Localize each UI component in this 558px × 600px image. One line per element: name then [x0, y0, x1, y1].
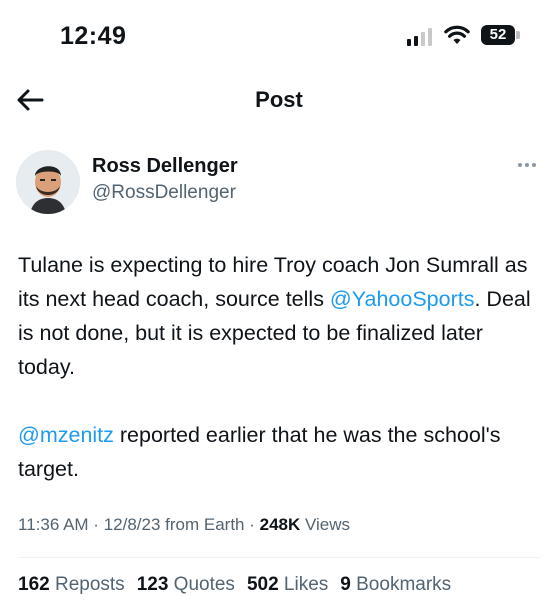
engagement-stats: 162 Reposts 123 Quotes 502 Likes 9 Bookm…: [18, 574, 451, 596]
post-date[interactable]: 12/8/23: [104, 515, 161, 534]
status-bar: 12:49 52: [0, 0, 558, 70]
tweet-paragraph-2: @mzenitz reported earlier that he was th…: [18, 418, 538, 486]
avatar-portrait-icon: [16, 150, 80, 214]
author-handle[interactable]: @RossDellenger: [92, 182, 236, 204]
likes-label: Likes: [278, 574, 329, 595]
battery-icon: 52: [481, 25, 515, 45]
post-source: from Earth: [160, 515, 245, 534]
tweet-text: Tulane is expecting to hire Troy coach J…: [18, 248, 538, 520]
post-header: Post: [0, 70, 558, 128]
reposts-label: Reposts: [49, 574, 125, 595]
author-name[interactable]: Ross Dellenger: [92, 155, 238, 178]
separator: ·: [88, 515, 104, 534]
divider: [18, 557, 540, 558]
views-count: 248K: [259, 515, 301, 534]
tweet-meta: 11:36 AM · 12/8/23 from Earth · 248K Vie…: [18, 515, 350, 535]
quotes-stat[interactable]: 123 Quotes: [137, 574, 235, 596]
battery-tip: [516, 31, 520, 39]
separator: ·: [244, 515, 260, 534]
post-time[interactable]: 11:36 AM: [18, 515, 89, 534]
bookmarks-count: 9: [340, 574, 351, 595]
tweet-paragraph-1: Tulane is expecting to hire Troy coach J…: [18, 248, 538, 384]
battery-level: 52: [489, 26, 507, 43]
avatar[interactable]: [16, 150, 80, 214]
likes-count: 502: [246, 574, 279, 595]
quotes-count: 123: [136, 574, 169, 595]
bookmarks-stat[interactable]: 9 Bookmarks: [340, 574, 451, 596]
mention-link-mzenitz[interactable]: @mzenitz: [18, 423, 114, 447]
reposts-stat[interactable]: 162 Reposts: [18, 574, 125, 596]
reposts-count: 162: [18, 574, 50, 595]
mention-link-yahoosports[interactable]: @YahooSports: [330, 287, 475, 311]
views-label: Views: [300, 515, 351, 534]
page-title: Post: [255, 87, 303, 112]
bookmarks-label: Bookmarks: [350, 574, 452, 595]
wifi-icon: [444, 25, 470, 44]
status-time: 12:49: [60, 22, 127, 50]
likes-stat[interactable]: 502 Likes: [247, 574, 328, 596]
more-options-icon[interactable]: [512, 158, 542, 172]
quotes-label: Quotes: [168, 574, 235, 595]
cellular-signal-icon: [407, 28, 432, 46]
